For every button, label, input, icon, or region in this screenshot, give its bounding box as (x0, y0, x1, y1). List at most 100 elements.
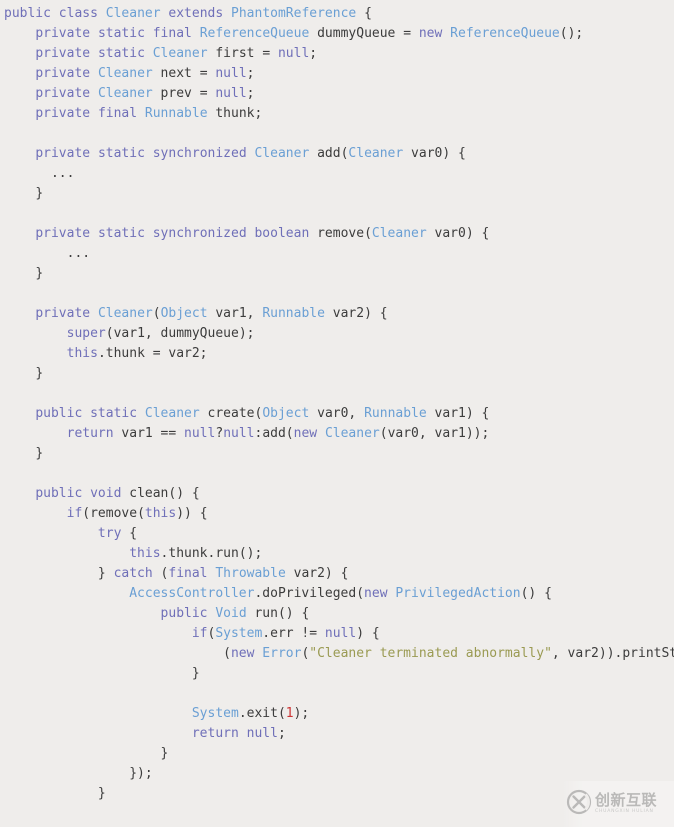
code-token: Runnable (364, 406, 427, 421)
code-viewer[interactable]: public class Cleaner extends PhantomRefe… (0, 0, 674, 827)
code-line: } (4, 364, 674, 384)
code-line: System.exit(1); (4, 704, 674, 724)
code-token: private (35, 46, 91, 61)
code-line: } (4, 444, 674, 464)
code-token: Cleaner (152, 46, 208, 61)
code-token: static (97, 46, 145, 61)
code-line: } (4, 664, 674, 684)
code-line: } (4, 184, 674, 204)
code-token: create( (199, 406, 263, 421)
code-line: private static Cleaner first = null; (4, 44, 674, 64)
code-token: final (97, 106, 138, 121)
code-token: Cleaner (97, 86, 153, 101)
code-token: null (277, 46, 310, 61)
code-token: ; (309, 46, 318, 61)
code-token: new (418, 26, 443, 41)
code-token: class (58, 6, 98, 21)
code-token: () { (520, 586, 552, 601)
code-token: thunk; (207, 106, 263, 121)
code-token: var2) { (285, 566, 349, 581)
code-token: super (66, 326, 106, 341)
code-token: void (90, 486, 122, 501)
code-token: var1 == (113, 426, 185, 441)
code-token: ( (223, 646, 231, 661)
code-token: new (230, 646, 255, 661)
code-token: } (35, 266, 44, 281)
code-token: ? (215, 426, 224, 441)
code-token: }); (129, 766, 153, 781)
code-token: synchronized (152, 226, 247, 241)
code-line: private final Runnable thunk; (4, 104, 674, 124)
code-token: (); (559, 26, 584, 41)
code-token: null (215, 66, 247, 81)
code-token: Cleaner (97, 306, 153, 321)
code-line: ​ (4, 124, 674, 144)
code-token: public (35, 486, 83, 501)
code-token: var1) { (426, 406, 490, 421)
code-line: super(var1, dummyQueue); (4, 324, 674, 344)
code-line: AccessController.doPrivileged(new Privil… (4, 584, 674, 604)
code-token: Cleaner (348, 146, 404, 161)
code-token: null (324, 626, 357, 641)
code-token: static (97, 26, 145, 41)
code-token: run() { (246, 606, 310, 621)
code-token: extends (168, 6, 224, 21)
code-token: Runnable (144, 106, 208, 121)
code-token: AccessController (129, 586, 255, 601)
code-token: { (121, 526, 138, 541)
source-code-block: public class Cleaner extends PhantomRefe… (0, 0, 674, 827)
code-token: } (191, 666, 200, 681)
code-token: (remove( (82, 506, 145, 521)
code-token: Void (215, 606, 247, 621)
code-token: null (184, 426, 216, 441)
code-line: ​ (4, 804, 674, 824)
code-token: :add( (254, 426, 294, 441)
code-token: Cleaner (254, 146, 310, 161)
code-line: return var1 == null?null:add(new Cleaner… (4, 424, 674, 444)
code-token: public (160, 606, 208, 621)
code-token: ... (50, 166, 75, 181)
code-line: } catch (final Throwable var2) { (4, 564, 674, 584)
code-token: first = (207, 46, 278, 61)
code-token: ) { (356, 626, 380, 641)
code-token: ; (246, 66, 255, 81)
code-token: .thunk = var2; (97, 346, 208, 361)
code-token: .exit( (238, 706, 286, 721)
code-token: this (66, 346, 98, 361)
code-line: private Cleaner(Object var1, Runnable va… (4, 304, 674, 324)
code-token: public (35, 406, 83, 421)
code-token: .doPrivileged( (254, 586, 365, 601)
code-token: prev = (152, 86, 216, 101)
code-token: Runnable (262, 306, 325, 321)
code-line: this.thunk = var2; (4, 344, 674, 364)
code-token: public (4, 6, 51, 21)
code-token: 1 (285, 706, 294, 721)
code-line: this.thunk.run(); (4, 544, 674, 564)
code-token: Error (262, 646, 302, 661)
code-token: private (35, 306, 91, 321)
code-token: Cleaner (105, 6, 161, 21)
code-line: return null; (4, 724, 674, 744)
code-token: private (35, 226, 91, 241)
code-token: try (97, 526, 122, 541)
code-line: }); (4, 764, 674, 784)
code-token: Throwable (215, 566, 286, 581)
